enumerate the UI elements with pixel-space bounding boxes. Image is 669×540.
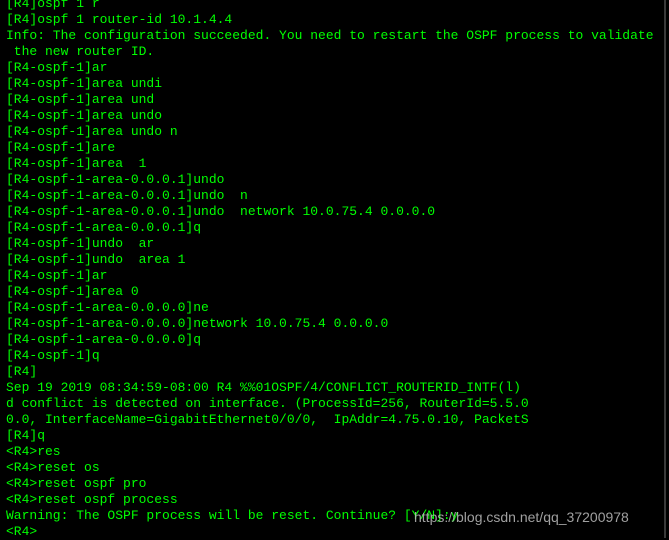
terminal-line: [R4-ospf-1-area-0.0.0.0]ne <box>6 300 209 315</box>
terminal-line: Sep 19 2019 08:34:59-08:00 R4 %%01OSPF/4… <box>6 380 521 395</box>
terminal-line: <R4>reset ospf pro <box>6 476 147 491</box>
terminal-line: [R4-ospf-1]area undo <box>6 108 163 123</box>
terminal-line: [R4-ospf-1-area-0.0.0.1]undo <box>6 172 225 187</box>
terminal-line: [R4-ospf-1]undo area 1 <box>6 252 186 267</box>
terminal-line: [R4]q <box>6 428 46 443</box>
terminal-line: the new router ID. <box>6 44 155 59</box>
terminal-line: [R4-ospf-1]area undo n <box>6 124 178 139</box>
terminal-line: [R4-ospf-1]area undi <box>6 76 163 91</box>
terminal-line: [R4]ospf 1 router-id 10.1.4.4 <box>6 12 233 27</box>
terminal-line: [R4] <box>6 364 38 379</box>
terminal-line: [R4-ospf-1]ar <box>6 268 108 283</box>
terminal-line: [R4-ospf-1]q <box>6 348 100 363</box>
terminal-line: [R4-ospf-1-area-0.0.0.0]q <box>6 332 202 347</box>
terminal-line: [R4-ospf-1-area-0.0.0.0]network 10.0.75.… <box>6 316 389 331</box>
terminal-line: <R4>reset ospf process <box>6 492 178 507</box>
terminal-line: <R4>reset os <box>6 460 100 475</box>
watermark: https://blog.csdn.net/qq_37200978 <box>414 509 629 525</box>
window-border <box>664 0 666 538</box>
terminal-line: [R4-ospf-1-area-0.0.0.1]undo n <box>6 188 248 203</box>
terminal-line: [R4-ospf-1]area und <box>6 92 155 107</box>
terminal-line: <R4>res <box>6 444 61 459</box>
terminal-line: [R4-ospf-1-area-0.0.0.1]q <box>6 220 202 235</box>
terminal-line: [R4-ospf-1]are <box>6 140 116 155</box>
terminal-line: [R4-ospf-1]ar <box>6 60 108 75</box>
terminal-line: [R4-ospf-1]undo ar <box>6 236 155 251</box>
terminal-line: 0.0, InterfaceName=GigabitEthernet0/0/0,… <box>6 412 529 427</box>
terminal-line: Info: The configuration succeeded. You n… <box>6 28 654 43</box>
terminal-line: d conflict is detected on interface. (Pr… <box>6 396 529 411</box>
terminal-line: [R4]ospf 1 r <box>6 0 100 11</box>
terminal-line: [R4-ospf-1]area 1 <box>6 156 147 171</box>
terminal-line: [R4-ospf-1]area 0 <box>6 284 139 299</box>
terminal-line: [R4-ospf-1-area-0.0.0.1]undo network 10.… <box>6 204 436 219</box>
terminal-output[interactable]: [R4]ospf 1 r [R4]ospf 1 router-id 10.1.4.… <box>6 0 663 540</box>
